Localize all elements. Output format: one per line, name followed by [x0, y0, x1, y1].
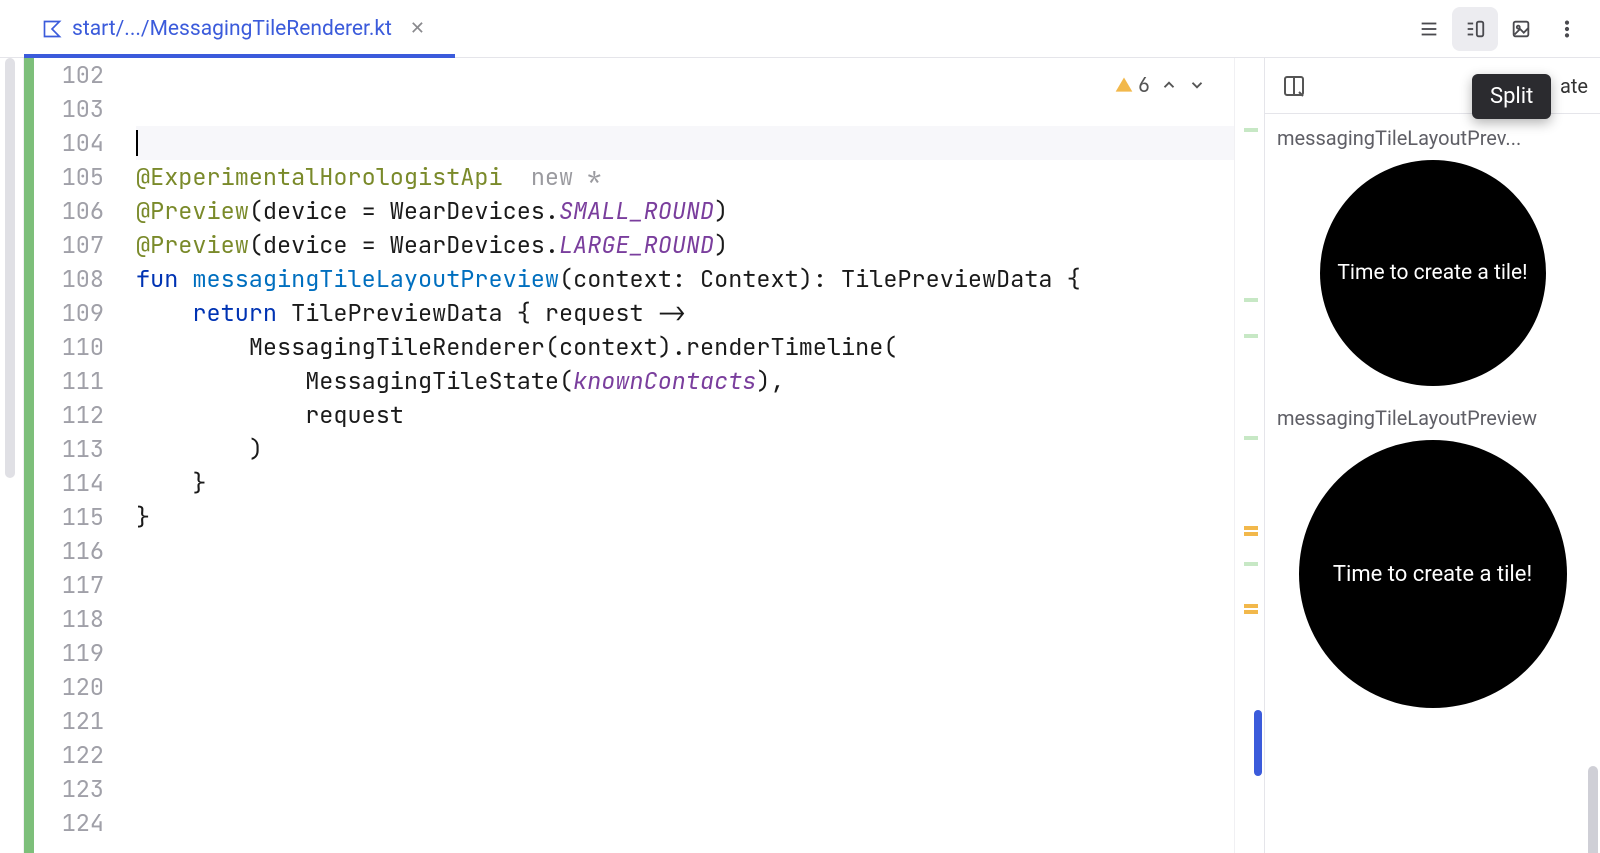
error-stripe-mark[interactable]	[1244, 334, 1258, 338]
preview-item-label: messagingTileLayoutPrev...	[1277, 126, 1590, 150]
preview-item-label: messagingTileLayoutPreview	[1277, 406, 1590, 430]
line-number: 103	[24, 92, 136, 126]
line-number-gutter: 102 103 104 105 106 107 108 109 110 111 …	[24, 58, 136, 853]
line-number: 121	[24, 704, 136, 738]
code-text: }	[136, 502, 150, 533]
chevron-down-icon[interactable]	[1188, 76, 1206, 94]
code-text: TilePreviewData { request ->	[277, 298, 686, 329]
function-name-token: messagingTileLayoutPreview	[192, 264, 559, 295]
line-number: 105	[24, 160, 136, 194]
left-scroll-gutter	[0, 58, 24, 853]
layout-panel-icon[interactable]	[1277, 69, 1311, 103]
error-stripe-mark[interactable]	[1244, 526, 1258, 530]
line-number: 114	[24, 466, 136, 500]
indent	[136, 468, 192, 499]
tooltip-split: Split	[1472, 74, 1551, 119]
const-token: LARGE_ROUND	[559, 230, 714, 261]
warning-count: 6	[1138, 72, 1150, 98]
line-number: 113	[24, 432, 136, 466]
error-stripe-mark[interactable]	[1254, 710, 1262, 776]
line-number: 111	[24, 364, 136, 398]
main-area: 102 103 104 105 106 107 108 109 110 111 …	[0, 58, 1600, 853]
more-actions-button[interactable]	[1544, 7, 1590, 51]
watch-preview-small[interactable]: Time to create a tile!	[1320, 160, 1546, 386]
line-number: 123	[24, 772, 136, 806]
property-token: knownContacts	[573, 366, 756, 397]
line-number: 112	[24, 398, 136, 432]
file-tab[interactable]: start/.../MessagingTileRenderer.kt ✕	[24, 0, 443, 57]
indent	[136, 400, 305, 431]
code-text: request	[305, 400, 404, 431]
kotlin-file-icon	[42, 19, 62, 39]
error-stripe-mark[interactable]	[1244, 562, 1258, 566]
annotation-token: @Preview	[136, 230, 249, 261]
preview-panel: ate messagingTileLayoutPrev... Time to c…	[1264, 58, 1600, 853]
code-text: (context: Context): TilePreviewData {	[559, 264, 1081, 295]
view-split-button[interactable]	[1452, 7, 1498, 51]
view-code-only-button[interactable]	[1406, 7, 1452, 51]
code-text: }	[192, 468, 206, 499]
preview-header-text: ate	[1560, 74, 1588, 98]
code-body[interactable]: 6 @ExperimentalHorologistApi new * @Prev…	[136, 58, 1234, 853]
const-token: SMALL_ROUND	[559, 196, 714, 227]
line-number: 109	[24, 296, 136, 330]
line-number: 106	[24, 194, 136, 228]
warning-badge[interactable]: 6	[1114, 72, 1150, 98]
editor-scrollbar-thumb[interactable]	[5, 58, 15, 478]
code-text: (device = WearDevices.	[249, 196, 559, 227]
line-number: 116	[24, 534, 136, 568]
code-text: ),	[756, 366, 784, 397]
indent	[136, 434, 249, 465]
error-stripe-mark[interactable]	[1244, 610, 1258, 614]
file-tab-title: start/.../MessagingTileRenderer.kt	[72, 17, 392, 41]
keyword-token: fun	[136, 264, 192, 295]
watch-preview-large[interactable]: Time to create a tile!	[1299, 440, 1567, 708]
line-number: 104	[24, 126, 136, 160]
error-stripe-mark[interactable]	[1244, 532, 1258, 536]
chevron-up-icon[interactable]	[1160, 76, 1178, 94]
line-number: 108	[24, 262, 136, 296]
code-text: MessagingTileState(	[305, 366, 573, 397]
line-number: 102	[24, 58, 136, 92]
line-number: 110	[24, 330, 136, 364]
line-number: 124	[24, 806, 136, 840]
watch-text: Time to create a tile!	[1333, 562, 1532, 587]
annotation-token: @ExperimentalHorologistApi	[136, 162, 503, 193]
error-stripe[interactable]	[1234, 58, 1264, 853]
annotation-token: @Preview	[136, 196, 249, 227]
code-text: )	[714, 230, 728, 261]
indent	[136, 366, 305, 397]
code-text: MessagingTileRenderer(context).renderTim…	[249, 332, 898, 363]
line-number: 115	[24, 500, 136, 534]
code-text: )	[249, 434, 263, 465]
line-number: 107	[24, 228, 136, 262]
preview-scrollbar-thumb[interactable]	[1588, 766, 1598, 853]
editor-view-actions	[1406, 0, 1590, 57]
vcs-gutter-stripe	[24, 58, 34, 853]
indent	[136, 332, 249, 363]
code-text: )	[714, 196, 728, 227]
code-text: (device = WearDevices.	[249, 230, 559, 261]
view-design-only-button[interactable]	[1498, 7, 1544, 51]
tab-bar: start/.../MessagingTileRenderer.kt ✕	[0, 0, 1600, 58]
line-number: 117	[24, 568, 136, 602]
keyword-token: return	[192, 298, 277, 329]
error-stripe-mark[interactable]	[1244, 128, 1258, 132]
error-stripe-mark[interactable]	[1244, 298, 1258, 302]
line-number: 120	[24, 670, 136, 704]
indent	[136, 298, 192, 329]
current-line-highlight	[136, 126, 1234, 160]
close-tab-icon[interactable]: ✕	[410, 18, 425, 39]
code-editor[interactable]: 102 103 104 105 106 107 108 109 110 111 …	[24, 58, 1264, 853]
inspection-indicator-bar[interactable]: 6	[1114, 72, 1206, 98]
error-stripe-mark[interactable]	[1244, 436, 1258, 440]
line-number: 119	[24, 636, 136, 670]
line-number: 122	[24, 738, 136, 772]
watch-text: Time to create a tile!	[1337, 261, 1527, 285]
line-number: 118	[24, 602, 136, 636]
error-stripe-mark[interactable]	[1244, 604, 1258, 608]
preview-body[interactable]: messagingTileLayoutPrev... Time to creat…	[1265, 114, 1600, 853]
inlay-hint: new *	[531, 162, 602, 193]
text-caret	[136, 130, 138, 156]
